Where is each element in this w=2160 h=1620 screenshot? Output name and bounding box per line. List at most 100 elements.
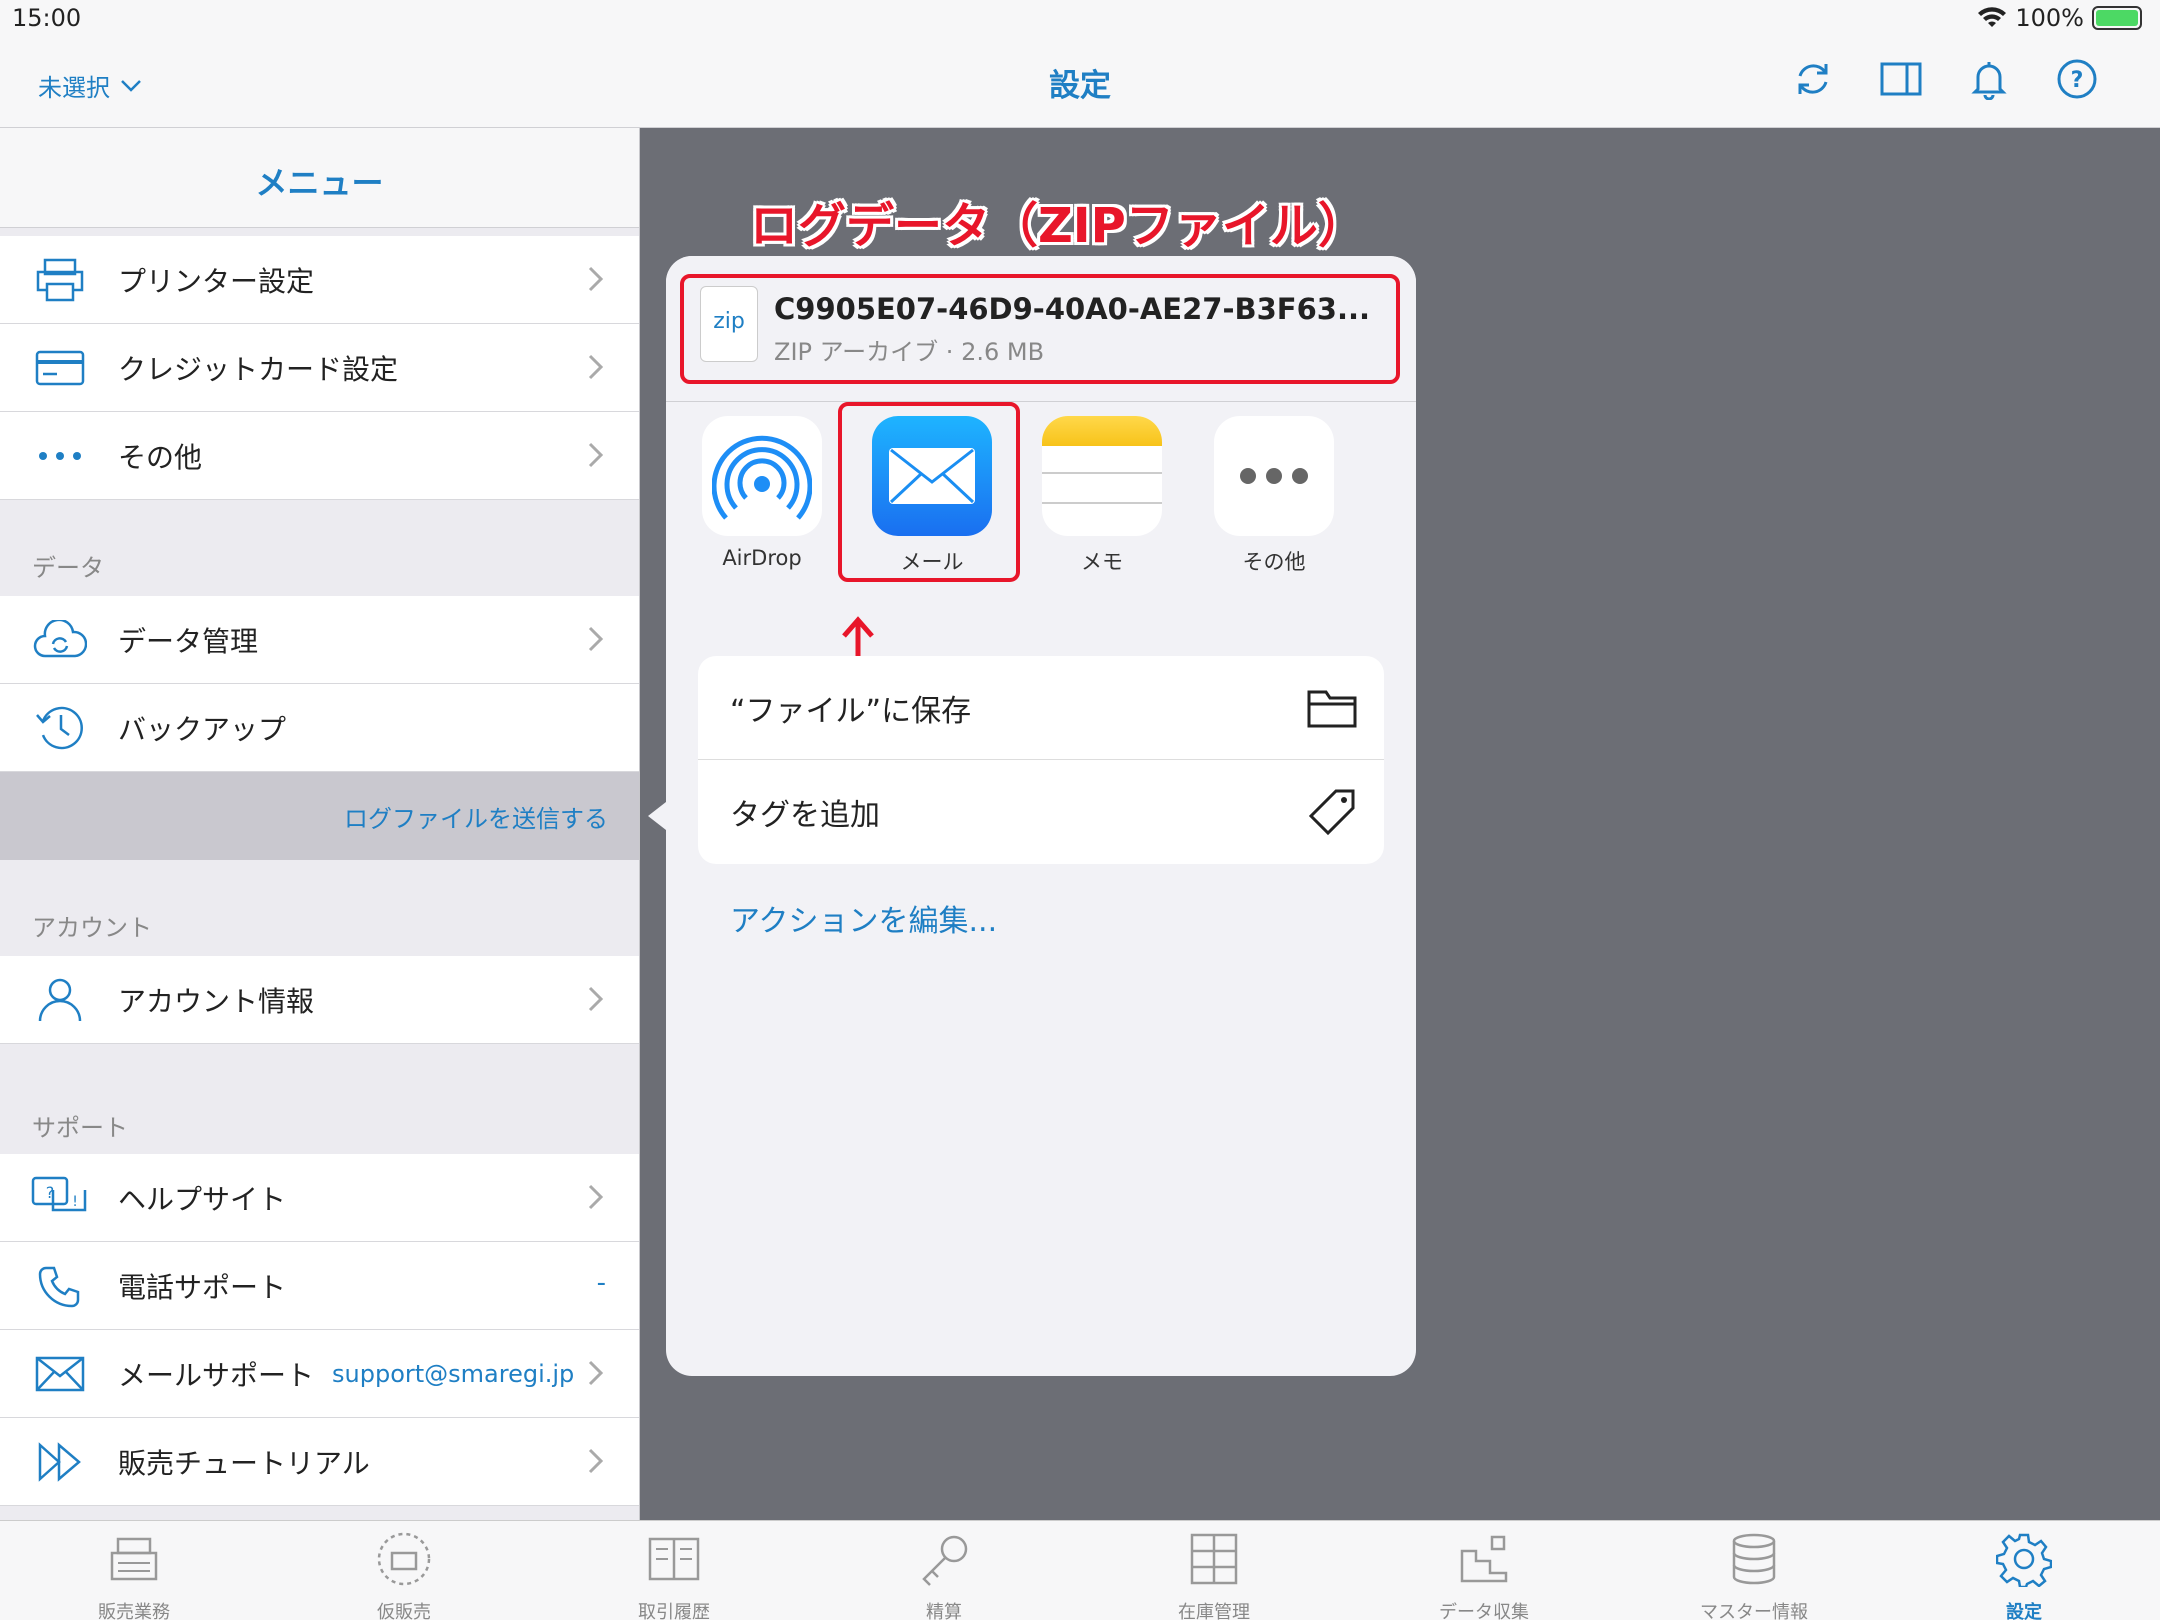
chevron-right-icon xyxy=(588,354,604,380)
credit-card-icon xyxy=(30,338,90,398)
sidebar-item-phone-support[interactable]: 電話サポート - xyxy=(0,1242,639,1330)
temporary-register-icon xyxy=(377,1532,431,1586)
sidebar-item-account-info[interactable]: アカウント情報 xyxy=(0,956,639,1044)
chevron-right-icon xyxy=(588,986,604,1012)
tab-label: 在庫管理 xyxy=(1178,1602,1250,1620)
tab-settings[interactable]: 設定 xyxy=(1934,1531,2114,1620)
sidebar-item-label: メールサポート xyxy=(118,1358,315,1392)
help-icon[interactable]: ? xyxy=(2056,58,2098,100)
share-app-label: メモ xyxy=(1081,550,1123,574)
more-dots-icon xyxy=(1214,416,1334,536)
sidebar-item-credit-card[interactable]: クレジットカード設定 xyxy=(0,324,639,412)
tab-data-collection[interactable]: データ収集 xyxy=(1394,1531,1574,1620)
sidebar-item-label: ヘルプサイト xyxy=(118,1182,287,1216)
history-clock-icon xyxy=(30,698,90,758)
airdrop-icon xyxy=(702,416,822,536)
key-icon xyxy=(922,1535,968,1586)
wifi-icon xyxy=(1978,7,2007,27)
sidebar-item-label: アカウント情報 xyxy=(118,984,315,1018)
annotation-highlight-file xyxy=(680,274,1400,384)
mail-icon xyxy=(30,1344,90,1404)
more-dots-icon xyxy=(30,426,90,486)
chevron-right-icon xyxy=(588,1448,604,1474)
edit-actions-link[interactable]: アクションを編集... xyxy=(730,896,997,940)
send-log-file-button[interactable]: ログファイルを送信する xyxy=(0,772,639,860)
phone-icon xyxy=(30,1256,90,1316)
menu-header: メニュー xyxy=(0,128,639,228)
chevron-right-icon xyxy=(588,1360,604,1386)
chevron-right-icon xyxy=(588,266,604,292)
nav-actions: ? xyxy=(1792,58,2098,101)
user-icon xyxy=(30,970,90,1030)
share-app-airdrop[interactable]: AirDrop xyxy=(692,416,832,570)
battery-percent: 100% xyxy=(2015,4,2084,32)
share-app-label: AirDrop xyxy=(722,546,802,570)
svg-text:!: ! xyxy=(72,1194,78,1210)
database-icon xyxy=(1732,1533,1776,1585)
annotation-highlight-mail xyxy=(838,402,1020,582)
mail-support-address[interactable]: support@smaregi.jp xyxy=(332,1360,574,1388)
book-icon xyxy=(648,1537,700,1581)
tab-label: 設定 xyxy=(2006,1602,2042,1620)
battery-icon xyxy=(2092,6,2142,30)
gear-icon xyxy=(1995,1533,2053,1589)
sidebar-item-label: プリンター設定 xyxy=(118,264,315,298)
share-sheet: zip C9905E07-46D9-40A0-AE27-B3F63... ZIP… xyxy=(666,256,1416,1376)
share-app-label: その他 xyxy=(1242,550,1306,574)
sidebar-item-label: バックアップ xyxy=(118,712,287,746)
sidebar-item-other[interactable]: その他 xyxy=(0,412,639,500)
tab-label: 仮販売 xyxy=(377,1602,431,1620)
tab-bar: 販売業務 仮販売 取引履歴 精算 在庫管理 データ収集 マスター情報 設定 xyxy=(0,1520,2160,1620)
save-to-files-action[interactable]: “ファイル”に保存 xyxy=(698,656,1384,760)
tab-master-info[interactable]: マスター情報 xyxy=(1664,1531,1844,1620)
tab-temporary-sales[interactable]: 仮販売 xyxy=(314,1531,494,1620)
share-app-more[interactable]: その他 xyxy=(1204,416,1344,576)
refresh-icon[interactable] xyxy=(1792,58,1834,100)
share-action-list: “ファイル”に保存 タグを追加 xyxy=(698,656,1384,864)
add-tag-action[interactable]: タグを追加 xyxy=(698,760,1384,864)
tag-icon xyxy=(1308,789,1355,836)
sidebar-menu: メニュー プリンター設定 クレジットカード設定 その他 データ データ管理 バッ… xyxy=(0,128,640,1520)
folder-icon xyxy=(1307,690,1357,728)
sidebar-item-label: その他 xyxy=(118,440,203,474)
share-app-notes[interactable]: メモ xyxy=(1032,416,1172,576)
sidebar-item-label: データ管理 xyxy=(118,624,259,658)
action-label: タグを追加 xyxy=(730,798,880,833)
tab-inventory[interactable]: 在庫管理 xyxy=(1124,1531,1304,1620)
tab-label: データ収集 xyxy=(1439,1602,1529,1620)
chevron-right-icon xyxy=(588,1184,604,1210)
data-collect-icon xyxy=(1460,1535,1508,1583)
notes-app-icon xyxy=(1042,416,1162,536)
status-right: 100% xyxy=(1977,4,2142,32)
shelves-icon xyxy=(1190,1533,1238,1585)
sidebar-item-help-site[interactable]: ?! ヘルプサイト xyxy=(0,1154,639,1242)
sidebar-item-data-management[interactable]: データ管理 xyxy=(0,596,639,684)
tab-label: 精算 xyxy=(926,1602,962,1620)
help-chat-icon: ?! xyxy=(30,1168,90,1228)
printer-icon xyxy=(30,250,90,310)
sidebar-item-label: クレジットカード設定 xyxy=(118,352,399,386)
cloud-sync-icon xyxy=(30,610,90,670)
sidebar-item-label: 販売チュートリアル xyxy=(118,1446,370,1480)
sidebar-item-mail-support[interactable]: メールサポート support@smaregi.jp xyxy=(0,1330,639,1418)
tab-label: 取引履歴 xyxy=(638,1602,710,1620)
chevron-right-icon xyxy=(588,626,604,652)
status-bar: 15:00 100% xyxy=(0,0,2160,40)
action-label: “ファイル”に保存 xyxy=(730,693,972,729)
svg-text:?: ? xyxy=(2071,68,2084,93)
sidebar-item-printer[interactable]: プリンター設定 xyxy=(0,236,639,324)
sidebar-item-backup[interactable]: バックアップ xyxy=(0,684,639,772)
split-view-icon[interactable] xyxy=(1880,58,1922,100)
tab-transaction-history[interactable]: 取引履歴 xyxy=(584,1531,764,1620)
bell-icon[interactable] xyxy=(1968,58,2010,101)
section-header-data: データ xyxy=(32,554,104,582)
tab-settlement[interactable]: 精算 xyxy=(854,1531,1034,1620)
tab-label: マスター情報 xyxy=(1700,1602,1808,1620)
sidebar-item-tutorial[interactable]: 販売チュートリアル xyxy=(0,1418,639,1506)
phone-support-value: - xyxy=(596,1268,606,1298)
status-time: 15:00 xyxy=(12,4,82,32)
svg-text:?: ? xyxy=(46,1183,55,1202)
chevron-right-icon xyxy=(588,442,604,468)
annotation-title: ログデータ（ZIPファイル） xyxy=(750,198,1366,254)
tab-sales[interactable]: 販売業務 xyxy=(44,1531,224,1620)
